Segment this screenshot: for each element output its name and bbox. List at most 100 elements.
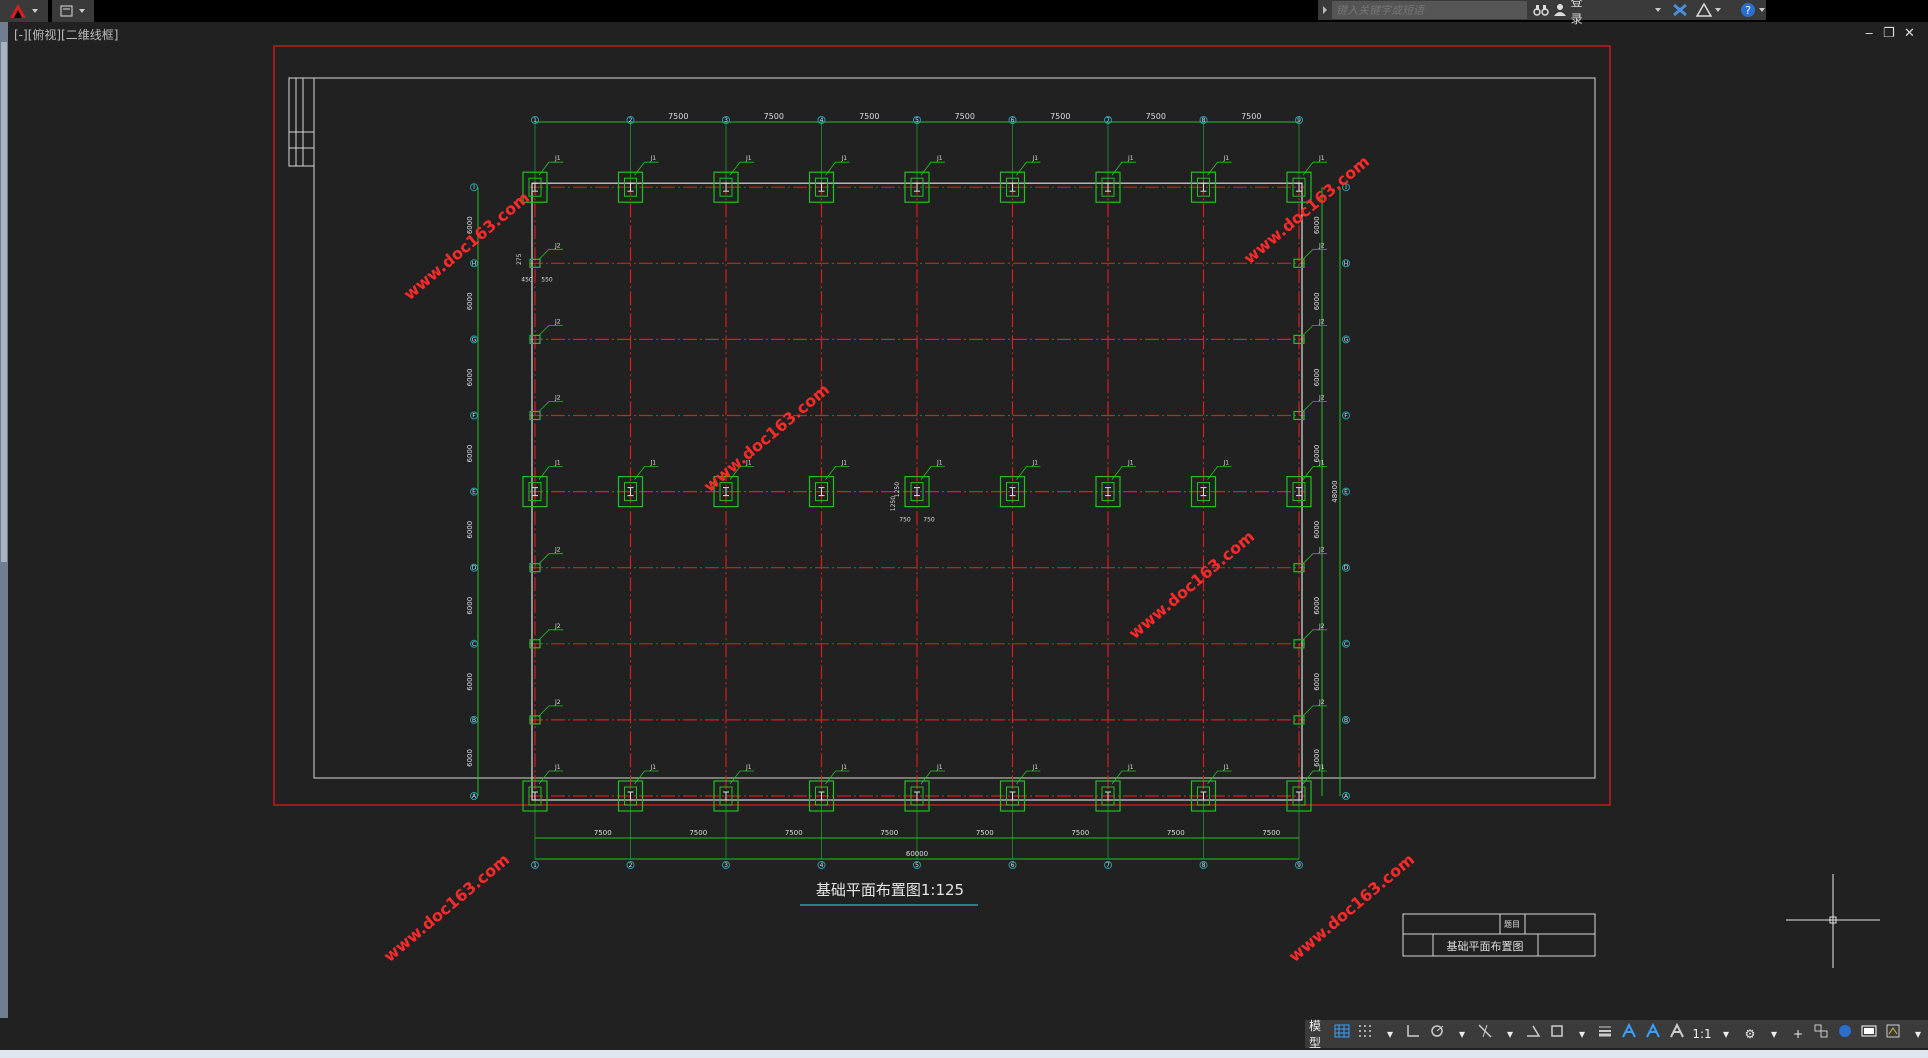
autocad-logo-icon bbox=[10, 4, 26, 18]
dimension-text: 6000 bbox=[1313, 673, 1321, 691]
binoculars-icon[interactable] bbox=[1533, 3, 1549, 17]
chevron-down-icon[interactable] bbox=[1714, 6, 1722, 14]
axis-label: H bbox=[1344, 260, 1349, 267]
watermark-text: www.doc163.com bbox=[700, 380, 833, 496]
chevron-down-icon[interactable]: ▾ bbox=[1381, 1023, 1399, 1045]
dimension-text: 6000 bbox=[466, 521, 474, 539]
detail-dimension: 1250 bbox=[890, 496, 897, 511]
chevron-down-icon[interactable]: ▾ bbox=[1453, 1023, 1471, 1045]
dimension-text: 6000 bbox=[466, 445, 474, 463]
scale-dropdown[interactable]: 1:1 bbox=[1692, 1023, 1711, 1045]
object-snap-icon[interactable] bbox=[1549, 1023, 1567, 1045]
clean-screen-icon[interactable] bbox=[1861, 1023, 1879, 1045]
dimension-text: 60000 bbox=[906, 850, 928, 858]
footing-leader bbox=[538, 325, 563, 336]
drawing-canvas[interactable]: 112233445566778899A AB BC CD DE EF FG GH HI I7500… bbox=[0, 22, 1928, 1018]
footing-label: J2 bbox=[554, 547, 561, 554]
axis-label: B bbox=[1344, 717, 1348, 724]
dimension-text: 6000 bbox=[466, 673, 474, 691]
plus-icon[interactable]: + bbox=[1789, 1023, 1807, 1045]
footing-leader bbox=[538, 553, 563, 564]
footing-leader bbox=[634, 466, 659, 480]
footing-label: J1 bbox=[936, 764, 943, 771]
dimension-text: 7500 bbox=[1167, 829, 1185, 837]
dimension-text: 48000 bbox=[1331, 480, 1339, 502]
axis-label: 6 bbox=[1011, 117, 1015, 124]
watermark-text: www.doc163.com bbox=[1240, 152, 1373, 268]
detail-dimension: 450 bbox=[521, 276, 533, 283]
footing-leader bbox=[1016, 466, 1041, 480]
footing-label: J2 bbox=[1318, 623, 1325, 630]
application-menu-button[interactable] bbox=[0, 0, 48, 22]
footing-label: J1 bbox=[650, 155, 657, 162]
axis-label: G bbox=[1344, 336, 1349, 343]
auto-scale-icon[interactable] bbox=[1645, 1023, 1663, 1045]
quick-access-button[interactable] bbox=[52, 0, 94, 22]
axis-label: C bbox=[1344, 641, 1348, 648]
axis-label: H bbox=[472, 260, 477, 267]
chevron-down-icon[interactable]: ▾ bbox=[1717, 1023, 1735, 1045]
footing-label: J1 bbox=[841, 764, 848, 771]
polar-tracking-icon[interactable] bbox=[1429, 1023, 1447, 1045]
footing-label: J1 bbox=[1127, 155, 1134, 162]
hardware-acceleration-icon[interactable] bbox=[1837, 1023, 1855, 1045]
title-block: 题目 基础平面布置图 bbox=[1402, 913, 1596, 957]
snap-icon[interactable] bbox=[1357, 1023, 1375, 1045]
dimension-text: 6000 bbox=[466, 369, 474, 387]
exchange-apps-icon[interactable] bbox=[1672, 3, 1688, 17]
footing-leader bbox=[1302, 705, 1327, 717]
a360-icon[interactable] bbox=[1696, 3, 1713, 17]
footing-leader bbox=[1302, 248, 1327, 260]
isodraft-icon[interactable] bbox=[1525, 1023, 1543, 1045]
axis-label: G bbox=[472, 336, 477, 343]
watermark-text: www.doc163.com bbox=[1125, 527, 1258, 643]
chevron-down-icon[interactable] bbox=[1654, 6, 1662, 14]
chevron-down-icon[interactable]: ▾ bbox=[1909, 1023, 1927, 1045]
help-icon[interactable]: ? bbox=[1740, 2, 1756, 18]
axis-label: 5 bbox=[915, 117, 919, 124]
footing-leader bbox=[1016, 161, 1041, 176]
grid-icon[interactable] bbox=[1333, 1023, 1351, 1045]
axis-label: F bbox=[472, 413, 476, 420]
model-tab-button[interactable]: 模型 bbox=[1309, 1019, 1327, 1050]
footing-label: J1 bbox=[554, 460, 561, 467]
footing-label: J1 bbox=[554, 155, 561, 162]
footing-label: J1 bbox=[1223, 460, 1230, 467]
lineweight-icon[interactable] bbox=[1597, 1023, 1615, 1045]
annotation-visibility-icon[interactable] bbox=[1621, 1023, 1639, 1045]
chevron-down-icon[interactable]: ▾ bbox=[1573, 1023, 1591, 1045]
footing-label: J2 bbox=[554, 318, 561, 325]
axis-label: 1 bbox=[533, 862, 537, 869]
footing-label: J1 bbox=[1032, 155, 1039, 162]
footing-leader bbox=[1302, 629, 1327, 641]
footing-label: J1 bbox=[1127, 764, 1134, 771]
footing-label: J1 bbox=[1318, 460, 1325, 467]
isolate-objects-icon[interactable] bbox=[1813, 1023, 1831, 1045]
gear-icon[interactable]: ⚙ bbox=[1741, 1023, 1759, 1045]
axis-label: D bbox=[1344, 565, 1349, 572]
chevron-down-icon[interactable]: ▾ bbox=[1501, 1023, 1519, 1045]
annotation-scale-icon[interactable] bbox=[1669, 1023, 1687, 1045]
customization-icon[interactable] bbox=[1885, 1023, 1903, 1045]
axis-label: 9 bbox=[1297, 117, 1301, 124]
dimension-text: 7500 bbox=[1262, 829, 1280, 837]
chevron-down-icon[interactable] bbox=[1758, 6, 1766, 14]
crosshair-cursor bbox=[1786, 874, 1880, 968]
footing-label: J1 bbox=[1223, 764, 1230, 771]
axis-label: 5 bbox=[915, 862, 919, 869]
axis-label: 8 bbox=[1202, 117, 1206, 124]
dimension-text: 7500 bbox=[880, 829, 898, 837]
footing-label: J2 bbox=[1318, 318, 1325, 325]
footing-leader bbox=[1207, 466, 1232, 480]
ortho-icon[interactable] bbox=[1405, 1023, 1423, 1045]
footing-label: J1 bbox=[1032, 764, 1039, 771]
search-input[interactable] bbox=[1332, 1, 1527, 19]
footing-label: J2 bbox=[1318, 395, 1325, 402]
object-snap-tracking-icon[interactable] bbox=[1477, 1023, 1495, 1045]
chevron-down-icon[interactable]: ▾ bbox=[1765, 1023, 1783, 1045]
axis-label: E bbox=[472, 489, 476, 496]
footing-leader bbox=[1207, 161, 1232, 176]
axis-label: E bbox=[1344, 489, 1348, 496]
axis-label: 2 bbox=[629, 117, 633, 124]
axis-label: C bbox=[472, 641, 476, 648]
